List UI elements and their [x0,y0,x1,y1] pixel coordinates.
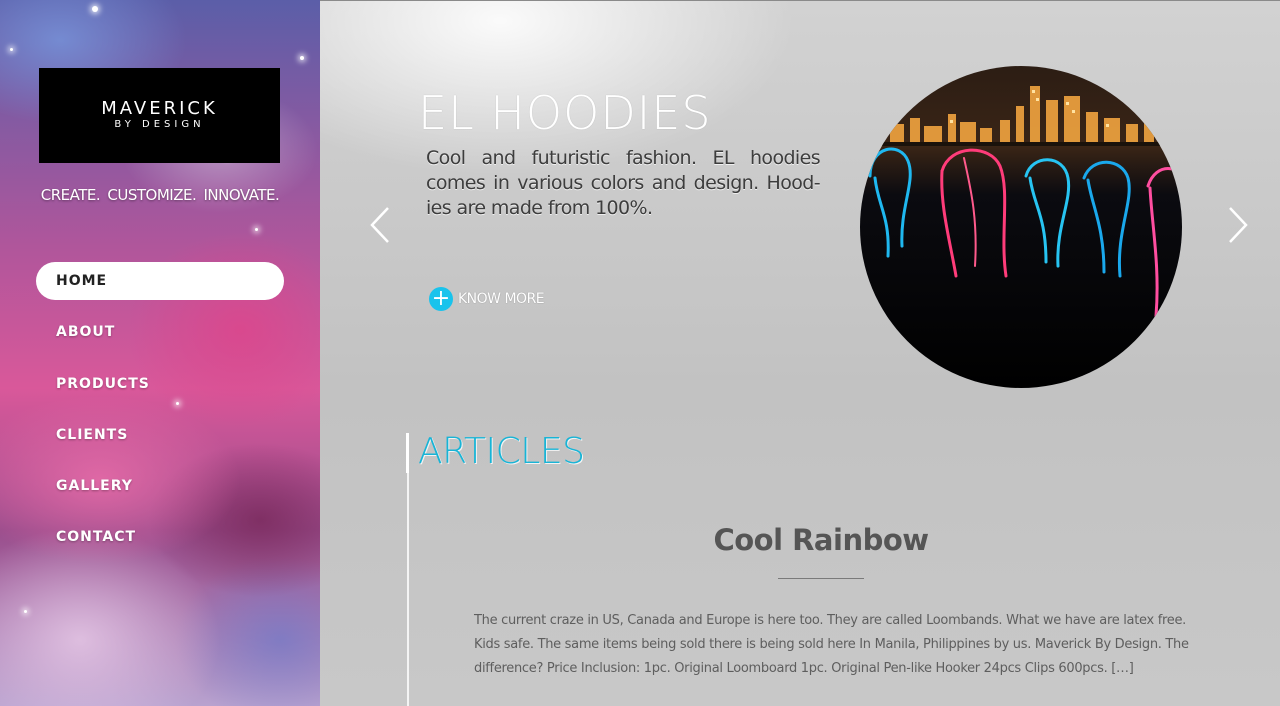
know-more-button[interactable]: + KNOW MORE [429,287,545,311]
articles-divider-accent [406,433,409,473]
logo[interactable]: MAVERICK BY DESIGN [39,68,280,163]
nav-item-clients[interactable]: CLIENTS [36,416,284,454]
article-title-rule [778,578,864,579]
articles-heading: ARTICLES [418,431,585,472]
hero-image [860,66,1182,388]
star-decoration [300,56,304,60]
star-decoration [255,228,258,231]
main-content: EL HOODIES Cool and futuristic fashion. … [320,0,1280,706]
sidebar: MAVERICK BY DESIGN CREATE. CUSTOMIZE. IN… [0,0,320,706]
chevron-right-icon [1229,207,1248,243]
know-more-label: KNOW MORE [458,291,545,307]
nav-item-products[interactable]: PRODUCTS [36,365,284,403]
chevron-left-icon [370,207,389,243]
logo-subtitle: BY DESIGN [114,118,205,130]
slider-next-button[interactable] [1226,205,1250,245]
nav-item-home[interactable]: HOME [36,262,284,300]
slider-prev-button[interactable] [368,205,392,245]
plus-icon: + [429,287,453,311]
article-excerpt: The current craze in US, Canada and Euro… [474,613,1189,676]
star-decoration [10,48,13,51]
main-nav: HOME ABOUT PRODUCTS CLIENTS GALLERY CONT… [36,262,284,570]
nav-item-contact[interactable]: CONTACT [36,518,284,556]
nav-item-gallery[interactable]: GALLERY [36,467,284,505]
star-decoration [24,610,27,613]
tagline: CREATE. CUSTOMIZE. INNOVATE. [40,186,280,204]
hero-title: EL HOODIES [418,86,712,140]
star-decoration [92,6,98,12]
articles-divider [407,433,409,706]
logo-wordmark: MAVERICK [101,97,218,119]
nav-item-about[interactable]: ABOUT [36,313,284,351]
article-title[interactable]: Cool Rainbow [620,523,1022,557]
hero-description: Cool and futuristic fashion. EL hoodies … [426,147,821,219]
el-hoodies-photo [860,66,1182,388]
